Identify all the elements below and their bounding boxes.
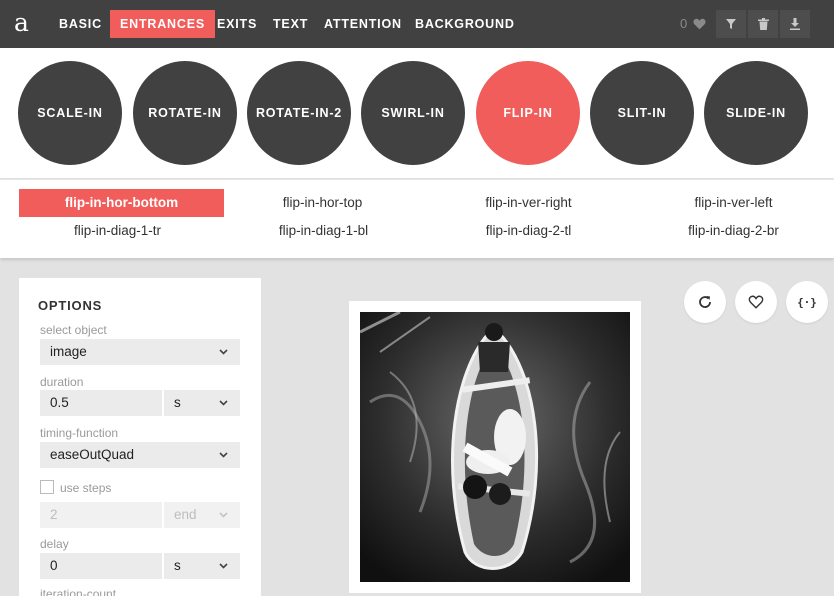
- download-button[interactable]: [780, 10, 810, 38]
- select-object-dropdown[interactable]: image: [40, 339, 240, 365]
- favorite-button[interactable]: [735, 281, 777, 323]
- select-object-label: select object: [40, 323, 107, 337]
- options-title: OPTIONS: [38, 298, 103, 313]
- timing-function-label: timing-function: [40, 426, 119, 440]
- duration-input[interactable]: 0.5: [40, 390, 162, 416]
- tab-basic[interactable]: BASIC: [49, 10, 112, 38]
- variant-flip-in-diag-1-bl[interactable]: flip-in-diag-1-bl: [221, 217, 426, 245]
- duration-unit-dropdown[interactable]: s: [164, 390, 240, 416]
- animation-category-bar: SCALE-IN ROTATE-IN ROTATE-IN-2 SWIRL-IN …: [0, 48, 834, 178]
- delay-input[interactable]: 0: [40, 553, 162, 579]
- likes-counter[interactable]: 0: [680, 14, 706, 34]
- variant-flip-in-ver-left[interactable]: flip-in-ver-left: [631, 189, 834, 217]
- use-steps-label: use steps: [60, 481, 112, 495]
- likes-count: 0: [680, 16, 688, 31]
- filter-button[interactable]: [716, 10, 746, 38]
- tab-attention[interactable]: ATTENTION: [314, 10, 412, 38]
- duration-label: duration: [40, 375, 84, 389]
- variant-flip-in-hor-bottom[interactable]: flip-in-hor-bottom: [19, 189, 224, 217]
- delay-label: delay: [40, 537, 69, 551]
- heart-icon: [693, 18, 706, 30]
- preview-image[interactable]: [360, 312, 630, 582]
- animation-scale-in[interactable]: SCALE-IN: [18, 61, 122, 165]
- options-panel: OPTIONS select object image duration 0.5…: [19, 278, 261, 596]
- animation-flip-in[interactable]: FLIP-IN: [476, 61, 580, 165]
- code-icon: {·}: [797, 295, 817, 309]
- chevron-down-icon: [219, 339, 228, 365]
- top-nav-bar: a BASIC ENTRANCES EXITS TEXT ATTENTION B…: [0, 0, 834, 48]
- steps-position-dropdown[interactable]: end: [164, 502, 240, 528]
- replay-button[interactable]: [684, 281, 726, 323]
- trash-icon: [757, 18, 769, 30]
- chevron-down-icon: [219, 442, 228, 468]
- replay-icon: [699, 296, 711, 308]
- timing-function-dropdown[interactable]: easeOutQuad: [40, 442, 240, 468]
- variant-flip-in-diag-1-tr[interactable]: flip-in-diag-1-tr: [15, 217, 220, 245]
- steps-input[interactable]: 2: [40, 502, 162, 528]
- tab-background[interactable]: BACKGROUND: [405, 10, 525, 38]
- trash-button[interactable]: [748, 10, 778, 38]
- animation-slit-in[interactable]: SLIT-IN: [590, 61, 694, 165]
- animation-swirl-in[interactable]: SWIRL-IN: [361, 61, 465, 165]
- tab-exits[interactable]: EXITS: [207, 10, 267, 38]
- chevron-down-icon: [219, 390, 228, 416]
- preview-card: [349, 301, 641, 593]
- heart-icon: [748, 295, 764, 309]
- variant-flip-in-diag-2-tl[interactable]: flip-in-diag-2-tl: [426, 217, 631, 245]
- delay-unit-dropdown[interactable]: s: [164, 553, 240, 579]
- get-code-button[interactable]: {·}: [786, 281, 828, 323]
- animation-slide-in[interactable]: SLIDE-IN: [704, 61, 808, 165]
- select-object-value: image: [50, 344, 87, 359]
- timing-function-value: easeOutQuad: [50, 447, 135, 462]
- chevron-down-icon: [219, 502, 228, 528]
- filter-icon: [726, 19, 736, 29]
- animation-rotate-in-2[interactable]: ROTATE-IN-2: [247, 61, 351, 165]
- delay-unit-value: s: [174, 558, 181, 573]
- iteration-count-label: iteration-count: [40, 587, 117, 596]
- variant-flip-in-ver-right[interactable]: flip-in-ver-right: [426, 189, 631, 217]
- animation-variants: flip-in-hor-bottom flip-in-hor-top flip-…: [0, 179, 834, 258]
- steps-position-value: end: [174, 507, 197, 522]
- animation-rotate-in[interactable]: ROTATE-IN: [133, 61, 237, 165]
- tab-entrances[interactable]: ENTRANCES: [110, 10, 215, 38]
- duration-unit-value: s: [174, 395, 181, 410]
- chevron-down-icon: [219, 553, 228, 579]
- variant-flip-in-hor-top[interactable]: flip-in-hor-top: [220, 189, 425, 217]
- tab-text[interactable]: TEXT: [263, 10, 318, 38]
- download-icon: [790, 18, 800, 30]
- variant-flip-in-diag-2-br[interactable]: flip-in-diag-2-br: [631, 217, 834, 245]
- use-steps-checkbox[interactable]: [40, 480, 54, 494]
- app-logo[interactable]: a: [14, 8, 34, 38]
